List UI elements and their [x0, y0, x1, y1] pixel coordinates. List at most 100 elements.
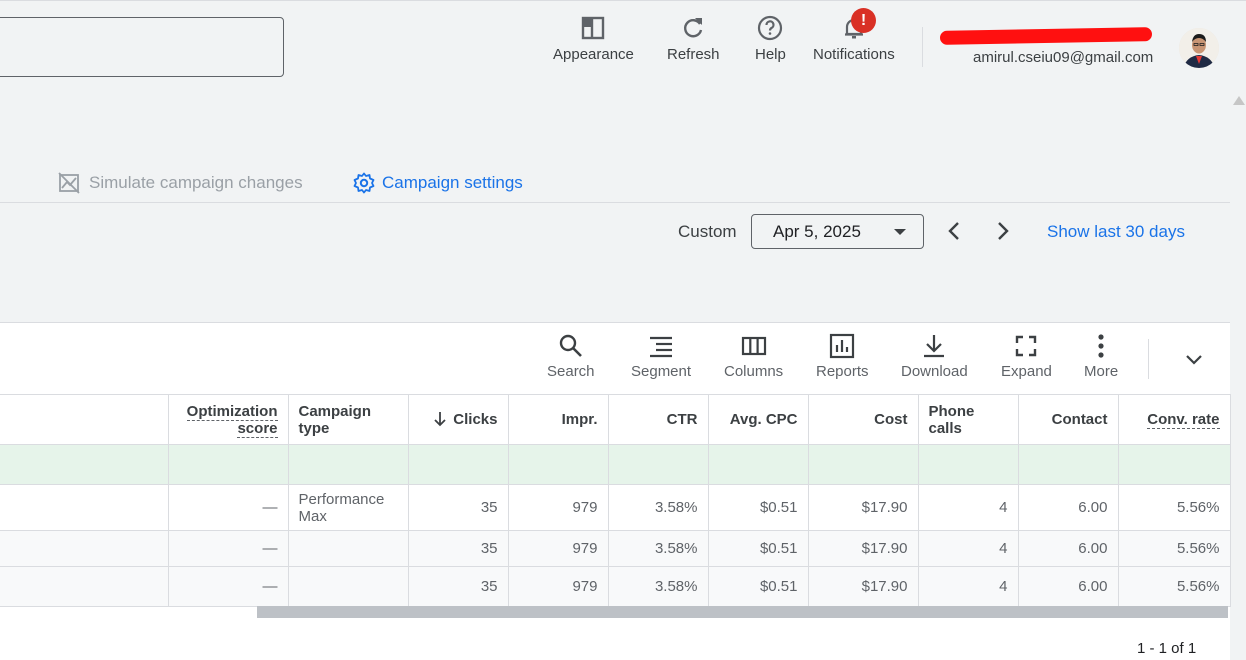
date-range-select[interactable]: Apr 5, 2025: [751, 214, 924, 249]
cell-contact: 6.00: [1018, 566, 1119, 607]
campaign-table-panel: Search Segment Columns Reports Download …: [0, 322, 1231, 660]
campaign-settings-link[interactable]: Campaign settings: [353, 172, 523, 194]
cell-opt-score: —: [168, 484, 289, 531]
search-label: Search: [547, 363, 595, 380]
notification-badge: !: [851, 8, 876, 33]
gear-icon: [353, 172, 375, 194]
cell-ctr: 3.58%: [608, 484, 709, 531]
campaign-table: Optimization score Campaign type Clicks …: [0, 394, 1231, 607]
search-input[interactable]: [0, 17, 284, 77]
toolbar-reports-button[interactable]: Reports: [816, 333, 869, 380]
next-period-button[interactable]: [990, 219, 1014, 243]
reports-icon: [830, 333, 855, 359]
table-row-summary: [0, 444, 1231, 485]
columns-icon: [741, 336, 766, 356]
column-header-ctr[interactable]: CTR: [608, 394, 709, 445]
segment-label: Segment: [631, 363, 692, 380]
more-label: More: [1084, 363, 1119, 380]
account-email: amirul.cseiu09@gmail.com: [973, 49, 1154, 66]
show-last-30-days-link[interactable]: Show last 30 days: [1047, 222, 1185, 242]
column-header-phone-calls[interactable]: Phone calls: [918, 394, 1019, 445]
refresh-icon: [684, 18, 703, 38]
cell-contact: 6.00: [1018, 484, 1119, 531]
toolbar-segment-button[interactable]: Segment: [631, 333, 691, 380]
column-header-avg-cpc[interactable]: Avg. CPC: [708, 394, 809, 445]
account-name-redacted: [939, 27, 1153, 45]
table-row[interactable]: — 35 979 3.58% $0.51 $17.90 4 6.00 5.56%: [0, 530, 1231, 567]
clicks-header-label: Clicks: [453, 411, 498, 428]
cell-conv-rate: 5.56%: [1118, 566, 1231, 607]
download-label: Download: [901, 363, 968, 380]
toolbar-more-button[interactable]: More: [1084, 333, 1118, 380]
cell-cost: $17.90: [808, 566, 919, 607]
cell-cost: $17.90: [808, 530, 919, 567]
sort-arrow-down-icon: [434, 412, 446, 427]
cell-opt-score: —: [168, 530, 289, 567]
column-header-clicks[interactable]: Clicks: [408, 394, 509, 445]
table-header-row: Optimization score Campaign type Clicks …: [0, 394, 1231, 445]
campaign-settings-label: Campaign settings: [382, 173, 523, 192]
cell-clicks: 35: [408, 484, 509, 531]
download-icon: [924, 335, 945, 358]
date-range-value: Apr 5, 2025: [773, 222, 861, 241]
toolbar-divider: [1148, 339, 1149, 379]
cell-phone-calls: 4: [918, 566, 1019, 607]
column-header-contact[interactable]: Contact: [1018, 394, 1119, 445]
column-header-impr[interactable]: Impr.: [508, 394, 609, 445]
cell-campaign-type: [288, 530, 409, 567]
columns-label: Columns: [724, 363, 784, 380]
help-icon: [758, 15, 783, 41]
opt-score-line2: score: [237, 419, 278, 438]
column-header-optimization-score[interactable]: Optimization score: [168, 394, 289, 445]
opt-score-line1: Optimization: [186, 402, 278, 421]
segment-icon: [650, 336, 673, 358]
expand-label: Expand: [1001, 363, 1052, 380]
cell-impr: 979: [508, 484, 609, 531]
toolbar-download-button[interactable]: Download: [901, 333, 968, 380]
notifications-label: Notifications: [813, 46, 895, 63]
appearance-label: Appearance: [553, 46, 634, 63]
cell-clicks: 35: [408, 530, 509, 567]
cell-contact: 6.00: [1018, 530, 1119, 567]
help-button[interactable]: Help: [755, 15, 786, 63]
campaign-type-line1: Campaign: [298, 402, 372, 420]
table-row[interactable]: — Performance Max 35 979 3.58% $0.51 $17…: [0, 484, 1231, 531]
avatar[interactable]: [1179, 28, 1219, 68]
toolbar-expand-button[interactable]: Expand: [1001, 333, 1052, 380]
column-header-cost[interactable]: Cost: [808, 394, 919, 445]
search-icon: [559, 334, 582, 357]
appearance-button[interactable]: Appearance: [553, 15, 634, 63]
notifications-button[interactable]: Notifications !: [813, 8, 895, 63]
collapse-toolbar-chevron-icon[interactable]: [1184, 349, 1204, 369]
previous-period-button[interactable]: [943, 219, 967, 243]
page-scroll-up[interactable]: [1233, 96, 1245, 105]
horizontal-scrollbar[interactable]: [257, 606, 1228, 618]
more-vert-icon: [1098, 334, 1104, 358]
caret-down-icon: [894, 229, 906, 235]
pagination-summary: 1 - 1 of 1: [1137, 640, 1197, 657]
toolbar-columns-button[interactable]: Columns: [724, 333, 783, 380]
cell-conv-rate: 5.56%: [1118, 530, 1231, 567]
date-mode-label: Custom: [678, 222, 737, 241]
cell-ctr: 3.58%: [608, 566, 709, 607]
cell-avg-cpc: $0.51: [708, 484, 809, 531]
cell-impr: 979: [508, 566, 609, 607]
cell-clicks: 35: [408, 566, 509, 607]
simulate-campaign-changes-button[interactable]: Simulate campaign changes: [58, 172, 303, 194]
refresh-label: Refresh: [667, 46, 720, 63]
cell-conv-rate: 5.56%: [1118, 484, 1231, 531]
conv-rate-header-label: Conv. rate: [1147, 411, 1220, 429]
column-header-campaign-type[interactable]: Campaign type: [288, 394, 409, 445]
header-divider: [922, 27, 923, 67]
toolbar-search-button[interactable]: Search: [547, 333, 595, 380]
refresh-button[interactable]: Refresh: [667, 15, 720, 63]
cell-avg-cpc: $0.51: [708, 566, 809, 607]
column-header-conv-rate[interactable]: Conv. rate: [1118, 394, 1231, 445]
section-divider: [0, 202, 1230, 203]
expand-icon: [1016, 335, 1037, 357]
column-header-name: [0, 394, 169, 445]
cell-phone-calls: 4: [918, 530, 1019, 567]
cell-campaign-type: Performance Max: [288, 484, 409, 531]
table-row[interactable]: — 35 979 3.58% $0.51 $17.90 4 6.00 5.56%: [0, 566, 1231, 607]
cell-opt-score: —: [168, 566, 289, 607]
